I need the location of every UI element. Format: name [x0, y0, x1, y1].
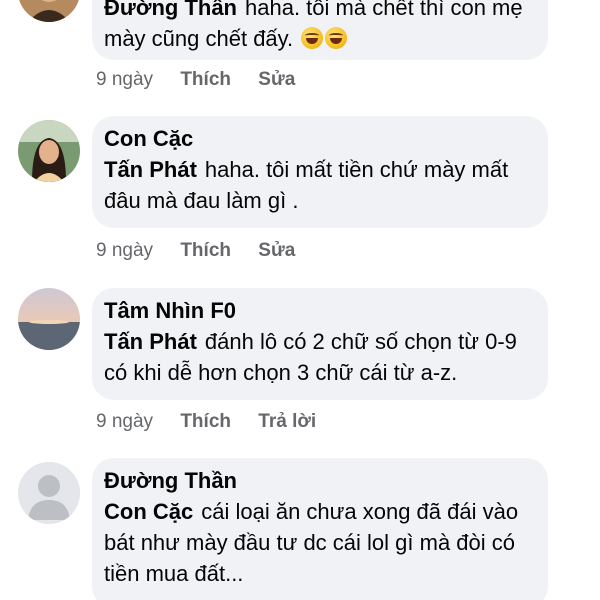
comment-bubble: Đường Thần haha. tôi mà chết thì con mẹ m…	[92, 0, 548, 60]
comment-timestamp[interactable]: 9 ngày	[96, 240, 153, 261]
comment-author[interactable]: Đường Thần	[104, 466, 534, 496]
comment-timestamp[interactable]: 9 ngày	[96, 69, 153, 90]
comment-actions: 9 ngày Thích Sửa	[96, 68, 317, 92]
comment-item: Tâm Nhìn F0 Tấn Phát đánh lô có 2 chữ số …	[0, 288, 600, 448]
comment-author[interactable]: Tâm Nhìn F0	[104, 296, 534, 326]
comment-actions: 9 ngày Thích Sửa	[96, 239, 317, 263]
like-button[interactable]: Thích	[180, 69, 231, 90]
comment-bubble: Con Cặc Tấn Phát haha. tôi mất tiền chứ m…	[92, 116, 548, 228]
mention-link[interactable]: Con Cặc	[104, 499, 193, 524]
avatar[interactable]	[18, 288, 80, 350]
comment-bubble: Đường Thần Con Cặc cái loại ăn chưa xong …	[92, 458, 548, 600]
comment-author[interactable]: Con Cặc	[104, 124, 534, 154]
mention-link[interactable]: Tấn Phát	[104, 329, 197, 354]
reply-button[interactable]: Trả lời	[258, 411, 316, 432]
mention-link[interactable]: Tấn Phát	[104, 157, 197, 182]
avatar[interactable]	[18, 0, 80, 22]
rolling-on-floor-laughing-emoji	[301, 27, 324, 49]
comment-item: Con Cặc Tấn Phát haha. tôi mất tiền chứ m…	[0, 116, 600, 276]
comment-thread: Đường Thần haha. tôi mà chết thì con mẹ m…	[0, 0, 600, 600]
comment-actions: 9 ngày Thích Trả lời	[96, 410, 338, 434]
comment-timestamp[interactable]: 9 ngày	[96, 411, 153, 432]
comment-author[interactable]: Đường Thần	[104, 0, 237, 20]
like-button[interactable]: Thích	[180, 411, 231, 432]
edit-button[interactable]: Sửa	[258, 69, 295, 90]
default-avatar-icon[interactable]	[18, 462, 80, 524]
avatar[interactable]	[18, 120, 80, 182]
like-button[interactable]: Thích	[180, 240, 231, 261]
comment-item: Đường Thần haha. tôi mà chết thì con mẹ m…	[0, 0, 600, 100]
comment-item: Đường Thần Con Cặc cái loại ăn chưa xong …	[0, 458, 600, 600]
edit-button[interactable]: Sửa	[258, 240, 295, 261]
rolling-on-floor-laughing-emoji	[325, 27, 348, 49]
comment-bubble: Tâm Nhìn F0 Tấn Phát đánh lô có 2 chữ số …	[92, 288, 548, 400]
